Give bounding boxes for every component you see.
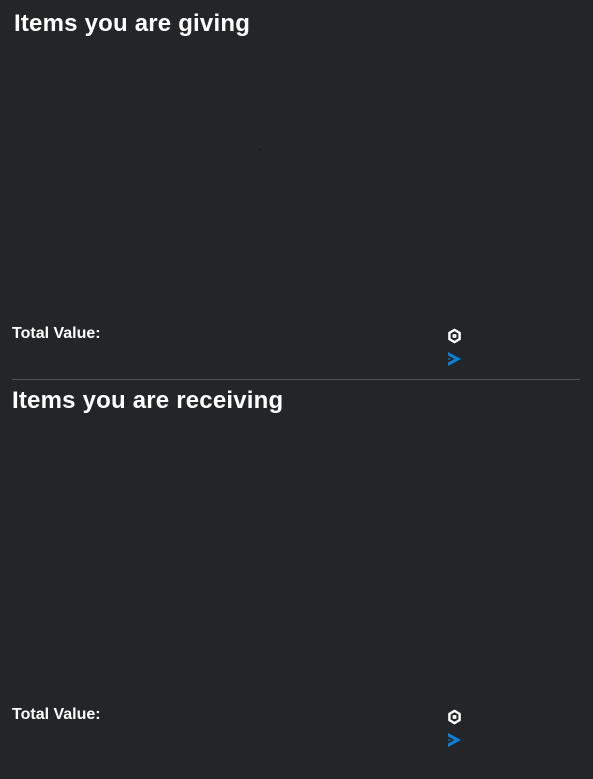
giving-title: Items you are giving (14, 10, 251, 37)
trade-summary-panel: Items you are giving Total Value: Items … (0, 0, 593, 779)
receiving-total-values (446, 708, 566, 754)
giving-total-label: Total Value: (12, 325, 101, 342)
receiving-robux-row (446, 708, 566, 726)
giving-rolimons-row (446, 350, 566, 368)
receiving-section: Items you are receiving Total Value: (0, 380, 593, 779)
robux-icon (446, 708, 463, 726)
robux-icon (446, 327, 463, 345)
giving-items-area (12, 48, 580, 318)
receiving-items-area (12, 422, 580, 692)
receiving-total-label: Total Value: (12, 706, 101, 723)
rolimons-value-icon (446, 350, 463, 368)
receiving-rolimons-row (446, 731, 566, 749)
giving-section: Items you are giving Total Value: (0, 0, 593, 380)
rolimons-value-icon (446, 731, 463, 749)
stray-pixel (259, 149, 260, 150)
receiving-title: Items you are receiving (12, 387, 284, 414)
giving-total-values (446, 327, 566, 373)
giving-robux-row (446, 327, 566, 345)
